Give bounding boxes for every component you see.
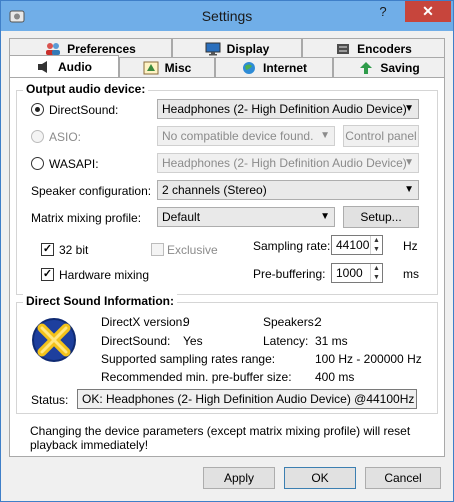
output-device-title: Output audio device: bbox=[23, 82, 149, 96]
matrix-value: Default bbox=[162, 210, 201, 224]
directsound-label: DirectSound: bbox=[49, 103, 119, 117]
asio-select[interactable]: No compatible device found. ▼ bbox=[157, 126, 335, 146]
speakers-label: Speakers: bbox=[263, 315, 318, 329]
sampling-rate-input[interactable]: 44100 ▲ ▼ bbox=[331, 235, 383, 255]
tab-label: Preferences bbox=[67, 41, 136, 56]
asio-radio[interactable] bbox=[31, 130, 44, 143]
speaker-config-value: 2 channels (Stereo) bbox=[162, 183, 267, 197]
asio-value: No compatible device found. bbox=[162, 129, 314, 143]
speakers-value: 2 bbox=[315, 315, 322, 329]
prebuffering-unit: ms bbox=[403, 267, 419, 281]
exclusive-checkbox[interactable] bbox=[151, 243, 164, 256]
speaker-config-select[interactable]: 2 channels (Stereo) ▼ bbox=[157, 180, 419, 200]
directsound-radio[interactable] bbox=[31, 103, 44, 116]
people-icon bbox=[46, 42, 61, 55]
bit32-label: 32 bit bbox=[59, 243, 89, 257]
ok-button[interactable]: OK bbox=[284, 467, 356, 489]
sampling-range-value: 100 Hz - 200000 Hz bbox=[315, 352, 422, 366]
tab-label: Saving bbox=[380, 60, 420, 75]
directsound-value: Headphones (2- High Definition Audio Dev… bbox=[162, 102, 407, 116]
directx-version-label: DirectX version: bbox=[101, 315, 186, 329]
monitor-icon bbox=[205, 42, 221, 55]
sampling-rate-spinner[interactable]: ▲ ▼ bbox=[370, 236, 382, 254]
help-button[interactable]: ? bbox=[369, 1, 397, 22]
wasapi-value: Headphones (2- High Definition Audio Dev… bbox=[162, 156, 407, 170]
chevron-down-icon: ▼ bbox=[320, 130, 330, 141]
chevron-down-icon: ▼ bbox=[404, 157, 414, 168]
prebuffering-label: Pre-buffering: bbox=[253, 267, 326, 281]
wasapi-radio[interactable] bbox=[31, 157, 44, 170]
setup-button[interactable]: Setup... bbox=[343, 206, 419, 228]
misc-icon bbox=[143, 61, 159, 74]
prebuffering-value: 1000 bbox=[336, 266, 363, 280]
prebuffer-min-label: Recommended min. pre-buffer size: bbox=[101, 370, 292, 384]
chevron-down-icon: ▼ bbox=[404, 184, 414, 195]
speaker-config-label: Speaker configuration: bbox=[31, 184, 152, 198]
tab-label: Audio bbox=[58, 59, 92, 74]
wasapi-select[interactable]: Headphones (2- High Definition Audio Dev… bbox=[157, 153, 419, 173]
matrix-select[interactable]: Default ▼ bbox=[157, 207, 335, 227]
prebuffering-input[interactable]: 1000 ▲ ▼ bbox=[331, 263, 383, 283]
tab-saving[interactable]: Saving bbox=[333, 57, 445, 77]
encoder-icon bbox=[337, 43, 350, 54]
prebuffer-min-value: 400 ms bbox=[315, 370, 355, 384]
hardware-mixing-checkbox[interactable]: ✓ bbox=[41, 268, 54, 281]
tab-label: Internet bbox=[262, 60, 307, 75]
tab-internet[interactable]: Internet bbox=[215, 57, 333, 77]
tab-row-front: Audio Misc Internet Saving bbox=[9, 55, 445, 77]
tab-label: Encoders bbox=[357, 41, 412, 56]
notice-text: Changing the device parameters (except m… bbox=[30, 424, 411, 452]
chevron-down-icon: ▼ bbox=[404, 103, 414, 114]
directsound-info-label: DirectSound: bbox=[101, 334, 171, 348]
tab-label: Display bbox=[226, 41, 270, 56]
prebuffering-spinner[interactable]: ▲ ▼ bbox=[370, 264, 382, 282]
status-value: OK: Headphones (2- High Definition Audio… bbox=[82, 392, 415, 406]
close-button[interactable]: ✕ bbox=[405, 1, 451, 22]
tab-display[interactable]: Display bbox=[172, 38, 302, 58]
output-device-group: Output audio device: DirectSound: Headph… bbox=[16, 82, 438, 295]
directsound-info-value: Yes bbox=[183, 334, 203, 348]
ds-info-group: Direct Sound Information: DirectX versio… bbox=[16, 294, 438, 414]
sampling-rate-value: 44100 bbox=[336, 238, 370, 252]
settings-window: Settings ? ✕ Preferences Display Encoder… bbox=[0, 0, 454, 502]
latency-value: 31 ms bbox=[315, 334, 348, 348]
status-field: OK: Headphones (2- High Definition Audio… bbox=[77, 389, 417, 409]
cancel-button[interactable]: Cancel bbox=[365, 467, 441, 489]
control-panel-button[interactable]: Control panel bbox=[343, 125, 419, 147]
hardware-mixing-label: Hardware mixing bbox=[59, 268, 150, 282]
globe-icon bbox=[242, 61, 255, 74]
directsound-select[interactable]: Headphones (2- High Definition Audio Dev… bbox=[157, 99, 419, 119]
speaker-icon bbox=[38, 60, 47, 73]
sampling-rate-unit: Hz bbox=[403, 239, 418, 253]
tab-audio[interactable]: Audio bbox=[9, 55, 119, 77]
chevron-down-icon: ▼ bbox=[320, 211, 330, 222]
saving-icon bbox=[360, 61, 373, 74]
wasapi-label: WASAPI: bbox=[49, 157, 99, 171]
sampling-rate-label: Sampling rate: bbox=[253, 239, 331, 253]
tab-encoders[interactable]: Encoders bbox=[302, 38, 445, 58]
matrix-label: Matrix mixing profile: bbox=[31, 211, 142, 225]
asio-label: ASIO: bbox=[49, 130, 82, 144]
directx-logo-icon bbox=[32, 318, 76, 362]
apply-button[interactable]: Apply bbox=[203, 467, 275, 489]
status-label: Status: bbox=[31, 393, 69, 407]
sampling-range-label: Supported sampling rates range: bbox=[101, 352, 276, 366]
exclusive-label: Exclusive bbox=[167, 243, 218, 257]
tab-label: Misc bbox=[164, 60, 192, 75]
bit32-checkbox[interactable]: ✓ bbox=[41, 243, 54, 256]
directx-version-value: 9 bbox=[183, 315, 190, 329]
latency-label: Latency: bbox=[263, 334, 309, 348]
ds-info-title: Direct Sound Information: bbox=[23, 294, 177, 308]
title-bar: Settings ? ✕ bbox=[1, 1, 453, 31]
audio-panel: Output audio device: DirectSound: Headph… bbox=[9, 77, 445, 457]
tab-misc[interactable]: Misc bbox=[119, 57, 215, 77]
